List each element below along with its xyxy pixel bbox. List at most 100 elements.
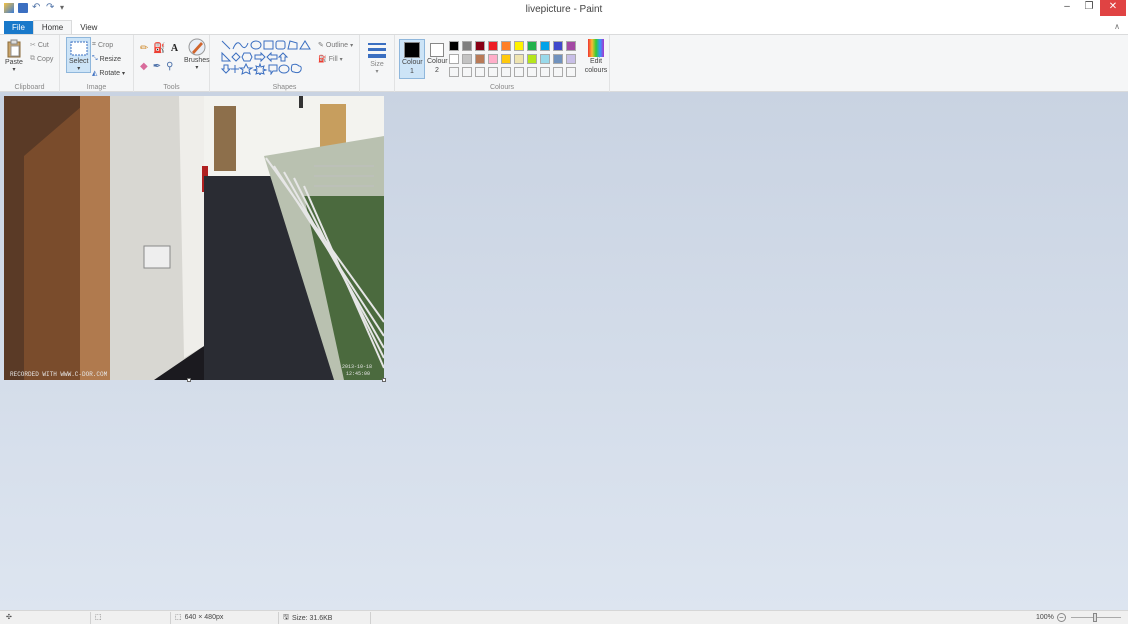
select-label: Select	[69, 58, 89, 65]
tools-group: ✏ ⛽ A ◆ ✒ ⚲ Brushes ▾ Tools	[134, 35, 210, 92]
zoom-slider[interactable]	[1070, 613, 1121, 622]
palette-swatch[interactable]	[462, 54, 472, 64]
image-dimensions: 640 × 480px	[184, 613, 224, 621]
custom-colour-slot[interactable]	[501, 67, 511, 77]
colour2-swatch	[430, 43, 444, 57]
image-dimensions-icon: ⬚	[175, 614, 182, 621]
resize-button[interactable]: ⤡ Resize	[92, 55, 121, 63]
paste-label: Paste	[5, 59, 23, 66]
scissors-icon: ✂	[30, 42, 36, 49]
cut-button[interactable]: ✂ Cut	[30, 41, 49, 50]
colour2-button[interactable]: Colour 2	[425, 41, 449, 77]
custom-colour-slot[interactable]	[475, 67, 485, 77]
tab-file[interactable]: File	[4, 21, 33, 34]
custom-colour-slot[interactable]	[514, 67, 524, 77]
file-size-icon: 🖫	[283, 614, 289, 621]
outline-button[interactable]: ✎ Outline ▾	[318, 41, 353, 50]
close-button[interactable]: ✕	[1100, 0, 1126, 16]
palette-swatch[interactable]	[514, 41, 524, 51]
cursor-position-icon: ✣	[6, 614, 12, 621]
crop-label: Crop	[97, 41, 114, 49]
palette-swatch[interactable]	[475, 54, 485, 64]
fill-bucket-icon[interactable]: ⛽	[153, 43, 165, 54]
fill-button[interactable]: ⛽ Fill ▾	[318, 55, 343, 64]
text-icon[interactable]: A	[171, 43, 178, 54]
minimize-button[interactable]: –	[1056, 0, 1078, 16]
colours-group: Colour 1 Colour 2 Edit colours Colours	[394, 35, 610, 92]
resize-label: Resize	[99, 55, 122, 63]
outline-label: Outline	[325, 41, 349, 49]
edit-colours-icon	[588, 39, 604, 57]
clipboard-group-label: Clipboard	[14, 84, 45, 91]
tab-home[interactable]: Home	[32, 20, 73, 34]
crop-button[interactable]: ⌗ Crop	[92, 41, 113, 49]
palette-swatch[interactable]	[462, 41, 472, 51]
fill-label: Fill	[328, 55, 338, 63]
resize-icon: ⤡	[92, 55, 98, 62]
eraser-icon[interactable]: ◆	[140, 61, 148, 72]
magnifier-icon[interactable]: ⚲	[166, 61, 173, 72]
hallway-photo: RECORDED WITH WWW.C-DOR.COM 2013-10-18 1…	[4, 96, 384, 380]
canvas-workspace[interactable]: RECORDED WITH WWW.C-DOR.COM 2013-10-18 1…	[0, 92, 1128, 610]
edit-colours-label: Edit colours	[584, 58, 608, 74]
zoom-out-button[interactable]: –	[1056, 613, 1066, 622]
palette-swatch[interactable]	[527, 41, 537, 51]
palette-swatch[interactable]	[566, 54, 576, 64]
custom-colour-slot[interactable]	[488, 67, 498, 77]
brush-icon	[188, 38, 206, 56]
palette-swatch[interactable]	[488, 41, 498, 51]
colours-group-label: Colours	[489, 84, 515, 91]
resize-handle-right[interactable]	[382, 236, 386, 240]
palette-swatch[interactable]	[449, 54, 459, 64]
palette-swatch[interactable]	[475, 41, 485, 51]
select-button[interactable]: Select ▾	[66, 37, 92, 73]
rotate-label: Rotate	[99, 69, 121, 77]
paste-button[interactable]: Paste ▾	[5, 39, 23, 73]
colour1-swatch	[404, 42, 420, 58]
palette-swatch[interactable]	[553, 41, 563, 51]
canvas-image[interactable]: RECORDED WITH WWW.C-DOR.COM 2013-10-18 1…	[4, 96, 384, 380]
colour1-button[interactable]: Colour 1	[399, 39, 425, 79]
custom-colour-slot[interactable]	[527, 67, 537, 77]
tab-view[interactable]: View	[72, 21, 105, 34]
shapes-gallery[interactable]	[220, 39, 316, 75]
palette-swatch[interactable]	[514, 54, 524, 64]
size-button[interactable]: Size ▾	[366, 39, 388, 75]
palette-swatch[interactable]	[501, 54, 511, 64]
resize-handle-bottom[interactable]	[187, 378, 191, 382]
copy-button[interactable]: ⧉ Copy	[30, 55, 53, 63]
title-bar: ↶ ↷ ▾ livepicture - Paint – ❐ ✕	[0, 0, 1128, 20]
window-title: livepicture - Paint	[525, 4, 603, 15]
timestamp-time: 12:45:00	[346, 371, 370, 377]
palette-swatch[interactable]	[540, 41, 550, 51]
custom-colour-slot[interactable]	[462, 67, 472, 77]
custom-colour-slot[interactable]	[449, 67, 459, 77]
zoom-slider-thumb[interactable]	[1092, 613, 1097, 622]
palette-swatch[interactable]	[488, 54, 498, 64]
restore-button[interactable]: ❐	[1078, 0, 1100, 16]
selection-size-icon: ⬚	[95, 614, 102, 621]
brushes-button[interactable]: Brushes ▾	[184, 37, 210, 71]
ribbon: Paste ▾ ✂ Cut ⧉ Copy Clipboard Select ▾ …	[0, 34, 1128, 92]
custom-colour-slot[interactable]	[540, 67, 550, 77]
copy-label: Copy	[37, 55, 54, 63]
custom-colour-slot[interactable]	[566, 67, 576, 77]
palette-swatch[interactable]	[527, 54, 537, 64]
edit-colours-button[interactable]: Edit colours	[583, 39, 609, 75]
palette-swatch[interactable]	[540, 54, 550, 64]
custom-colour-slot[interactable]	[553, 67, 563, 77]
palette-swatch[interactable]	[553, 54, 563, 64]
color-picker-icon[interactable]: ✒	[153, 61, 161, 72]
collapse-ribbon-icon[interactable]: ∧	[1114, 22, 1120, 31]
pencil-icon[interactable]: ✏	[140, 43, 148, 54]
copy-icon: ⧉	[30, 55, 35, 62]
zoom-level: 100%	[1036, 614, 1054, 621]
brushes-label: Brushes	[184, 57, 210, 64]
paint-window: ↶ ↷ ▾ livepicture - Paint – ❐ ✕ File Hom…	[0, 0, 1128, 624]
rotate-button[interactable]: ◭ Rotate ▾	[92, 69, 125, 78]
palette-swatch[interactable]	[501, 41, 511, 51]
resize-handle-corner[interactable]	[382, 378, 386, 382]
image-group: Select ▾ ⌗ Crop ⤡ Resize ◭ Rotate ▾ Imag…	[60, 35, 134, 92]
palette-swatch[interactable]	[566, 41, 576, 51]
palette-swatch[interactable]	[449, 41, 459, 51]
